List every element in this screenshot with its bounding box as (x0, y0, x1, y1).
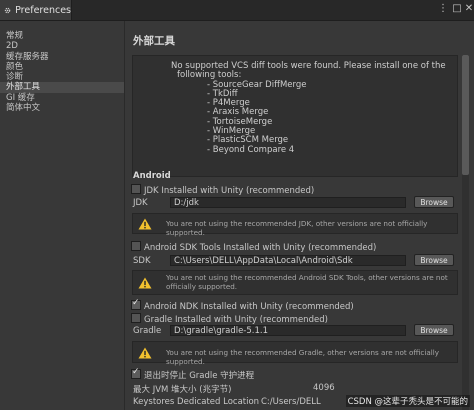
gradle-path-field[interactable]: D:\gradle\gradle-5.1.1 (170, 325, 406, 336)
android-header: Android (133, 171, 171, 181)
more-menu-icon[interactable]: ⋮ (436, 2, 450, 16)
jdk-warning-text: You are not using the recommended JDK, o… (166, 219, 428, 237)
preferences-tab[interactable]: Preferences (0, 0, 72, 20)
page-title: 外部工具 (133, 35, 175, 47)
ndk-toggle-label: Android NDK Installed with Unity (recomm… (144, 302, 354, 312)
vcs-message-box: No supported VCS diff tools were found. … (132, 55, 458, 177)
sidebar-item-language[interactable]: 简体中文 (0, 103, 124, 113)
sidebar-item-general[interactable]: 常规 (0, 31, 124, 41)
preferences-sidebar: 常规 2D 缓存服务器 颜色 诊断 外部工具 GI 缓存 简体中文 (0, 21, 125, 410)
ndk-checkbox[interactable] (131, 298, 141, 310)
sdk-warning-text: You are not using the recommended Androi… (166, 273, 448, 291)
sidebar-item-external-tools[interactable]: 外部工具 (0, 82, 124, 93)
gradle-browse-button[interactable]: Browse (414, 324, 454, 336)
sidebar-item-colors[interactable]: 颜色 (0, 62, 124, 72)
warning-icon (138, 277, 152, 289)
gradle-label: Gradle (133, 326, 162, 336)
sdk-toggle-label: Android SDK Tools Installed with Unity (… (144, 243, 377, 253)
sidebar-item-gi-cache[interactable]: GI 缓存 (0, 93, 124, 103)
main-panel: 外部工具 No supported VCS diff tools were fo… (125, 21, 474, 410)
jdk-installed-toggle[interactable]: JDK Installed with Unity (recommended) (131, 184, 314, 196)
stop-gradle-checkbox[interactable] (131, 367, 141, 379)
vertical-scrollbar[interactable] (462, 55, 469, 410)
sdk-browse-button[interactable]: Browse (414, 254, 454, 266)
jdk-browse-button[interactable]: Browse (414, 196, 454, 208)
sidebar-item-cache-server[interactable]: 缓存服务器 (0, 52, 124, 62)
jvm-heap-label: 最大 JVM 堆大小 (兆字节) (133, 385, 232, 395)
jdk-toggle-label: JDK Installed with Unity (recommended) (144, 186, 315, 196)
title-bar: Preferences ⋮ □ ✕ (0, 0, 474, 21)
sidebar-item-diagnostics[interactable]: 诊断 (0, 72, 124, 82)
warning-icon (138, 347, 152, 359)
gradle-toggle-label: Gradle Installed with Unity (recommended… (144, 315, 328, 325)
jdk-path-field[interactable]: D:/jdk (170, 197, 406, 208)
keystores-label: Keystores Dedicated Location (133, 397, 260, 407)
sidebar-item-2d[interactable]: 2D (0, 41, 124, 51)
jvm-heap-field[interactable]: 4096 (313, 383, 335, 393)
sdk-label: SDK (133, 256, 151, 266)
gradle-checkbox[interactable] (131, 313, 141, 323)
keystores-path-field[interactable]: C:/Users/DELL (261, 397, 321, 407)
stop-gradle-toggle[interactable]: 退出时停止 Gradle 守护进程 (131, 367, 255, 381)
sdk-checkbox[interactable] (131, 241, 141, 251)
sdk-installed-toggle[interactable]: Android SDK Tools Installed with Unity (… (131, 241, 376, 253)
jdk-label: JDK (133, 198, 148, 208)
gradle-warning-box: You are not using the recommended Gradle… (132, 341, 458, 366)
jdk-checkbox[interactable] (131, 184, 141, 194)
sdk-warning-box: You are not using the recommended Androi… (132, 270, 458, 295)
window-title: Preferences (15, 4, 71, 16)
warning-icon (138, 218, 152, 230)
gradle-warning-text: You are not using the recommended Gradle… (166, 348, 439, 366)
csdn-watermark: CSDN @这辈子秃头是不可能的 (345, 395, 470, 407)
close-icon[interactable]: ✕ (462, 2, 474, 16)
gradle-installed-toggle[interactable]: Gradle Installed with Unity (recommended… (131, 313, 328, 325)
sdk-path-field[interactable]: C:\Users\DELL\AppData\Local\Android\Sdk (170, 255, 406, 266)
ndk-installed-toggle[interactable]: Android NDK Installed with Unity (recomm… (131, 298, 354, 312)
stop-gradle-label: 退出时停止 Gradle 守护进程 (144, 371, 255, 381)
jdk-warning-box: You are not using the recommended JDK, o… (132, 213, 458, 237)
scrollbar-thumb[interactable] (462, 55, 469, 175)
gear-icon (4, 7, 11, 13)
vcs-tool-item: - Beyond Compare 4 (207, 144, 295, 155)
